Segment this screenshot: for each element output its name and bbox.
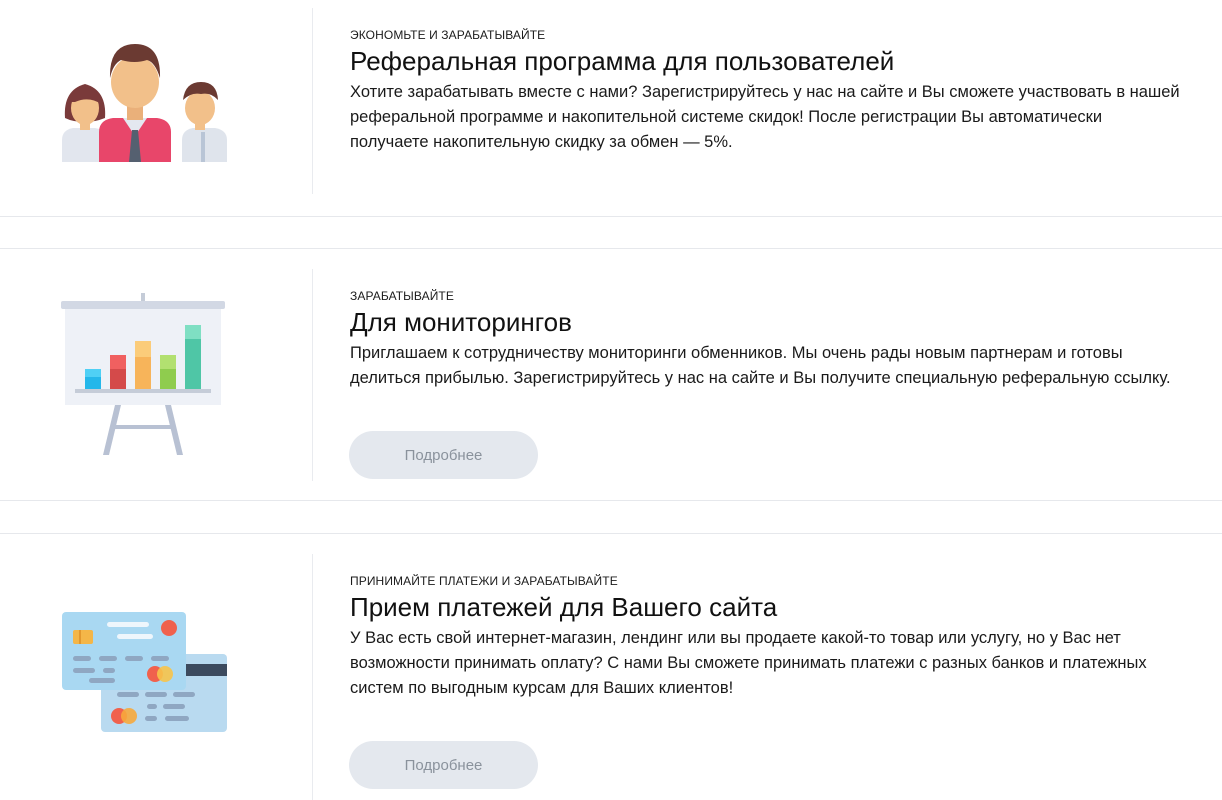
- section-eyebrow: ЗАРАБАТЫВАЙТЕ: [350, 289, 454, 303]
- presentation-chart-icon: [55, 291, 235, 464]
- section-title: Для мониторингов: [350, 307, 572, 337]
- referral-text: ЭКОНОМЬТЕ И ЗАРАБАТЫВАЙТЕ Реферальная пр…: [350, 28, 1210, 155]
- section-description: Приглашаем к сотрудничеству мониторинги …: [350, 341, 1210, 391]
- description-line: делиться прибылью. Зарегистрируйтесь у н…: [350, 369, 1171, 387]
- description-line: реферальной программе и накопительной си…: [350, 108, 1103, 126]
- vertical-divider: [312, 8, 313, 194]
- section-title: Реферальная программа для пользователей: [350, 46, 895, 76]
- description-line: получаете накопительную скидку за обмен …: [350, 133, 733, 151]
- description-line: систем по выгодным курсам для Ваших клие…: [350, 679, 734, 697]
- section-title: Прием платежей для Вашего сайта: [350, 592, 778, 622]
- description-line: Приглашаем к сотрудничеству мониторинги …: [350, 344, 1123, 362]
- more-button-payments[interactable]: Подробнее: [349, 741, 538, 789]
- section-divider: [0, 500, 1222, 501]
- section-eyebrow: ЭКОНОМЬТЕ И ЗАРАБАТЫВАЙТЕ: [350, 28, 546, 42]
- vertical-divider: [312, 269, 313, 481]
- people-group-icon: [55, 40, 230, 170]
- vertical-divider: [312, 554, 313, 800]
- more-button-monitoring[interactable]: Подробнее: [349, 431, 538, 479]
- monitoring-text: ЗАРАБАТЫВАЙТЕ Для мониторингов Приглашае…: [350, 289, 1210, 391]
- payments-text: ПРИНИМАЙТЕ ПЛАТЕЖИ И ЗАРАБАТЫВАЙТЕ Прием…: [350, 574, 1210, 701]
- section-referral: ЭКОНОМЬТЕ И ЗАРАБАТЫВАЙТЕ Реферальная пр…: [0, 0, 1222, 216]
- description-line: возможности принимать оплату? С нами Вы …: [350, 654, 1147, 672]
- section-divider: [0, 216, 1222, 217]
- description-line: У Вас есть свой интернет-магазин, лендин…: [350, 629, 1121, 647]
- section-eyebrow: ПРИНИМАЙТЕ ПЛАТЕЖИ И ЗАРАБАТЫВАЙТЕ: [350, 574, 618, 588]
- section-payments: ПРИНИМАЙТЕ ПЛАТЕЖИ И ЗАРАБАТЫВАЙТЕ Прием…: [0, 534, 1222, 800]
- description-line: Хотите зарабатывать вместе с нами? Зарег…: [350, 83, 1180, 101]
- section-description: У Вас есть свой интернет-магазин, лендин…: [350, 626, 1210, 701]
- section-description: Хотите зарабатывать вместе с нами? Зарег…: [350, 80, 1210, 155]
- credit-cards-icon: [55, 608, 235, 743]
- section-monitoring: ЗАРАБАТЫВАЙТЕ Для мониторингов Приглашае…: [0, 249, 1222, 500]
